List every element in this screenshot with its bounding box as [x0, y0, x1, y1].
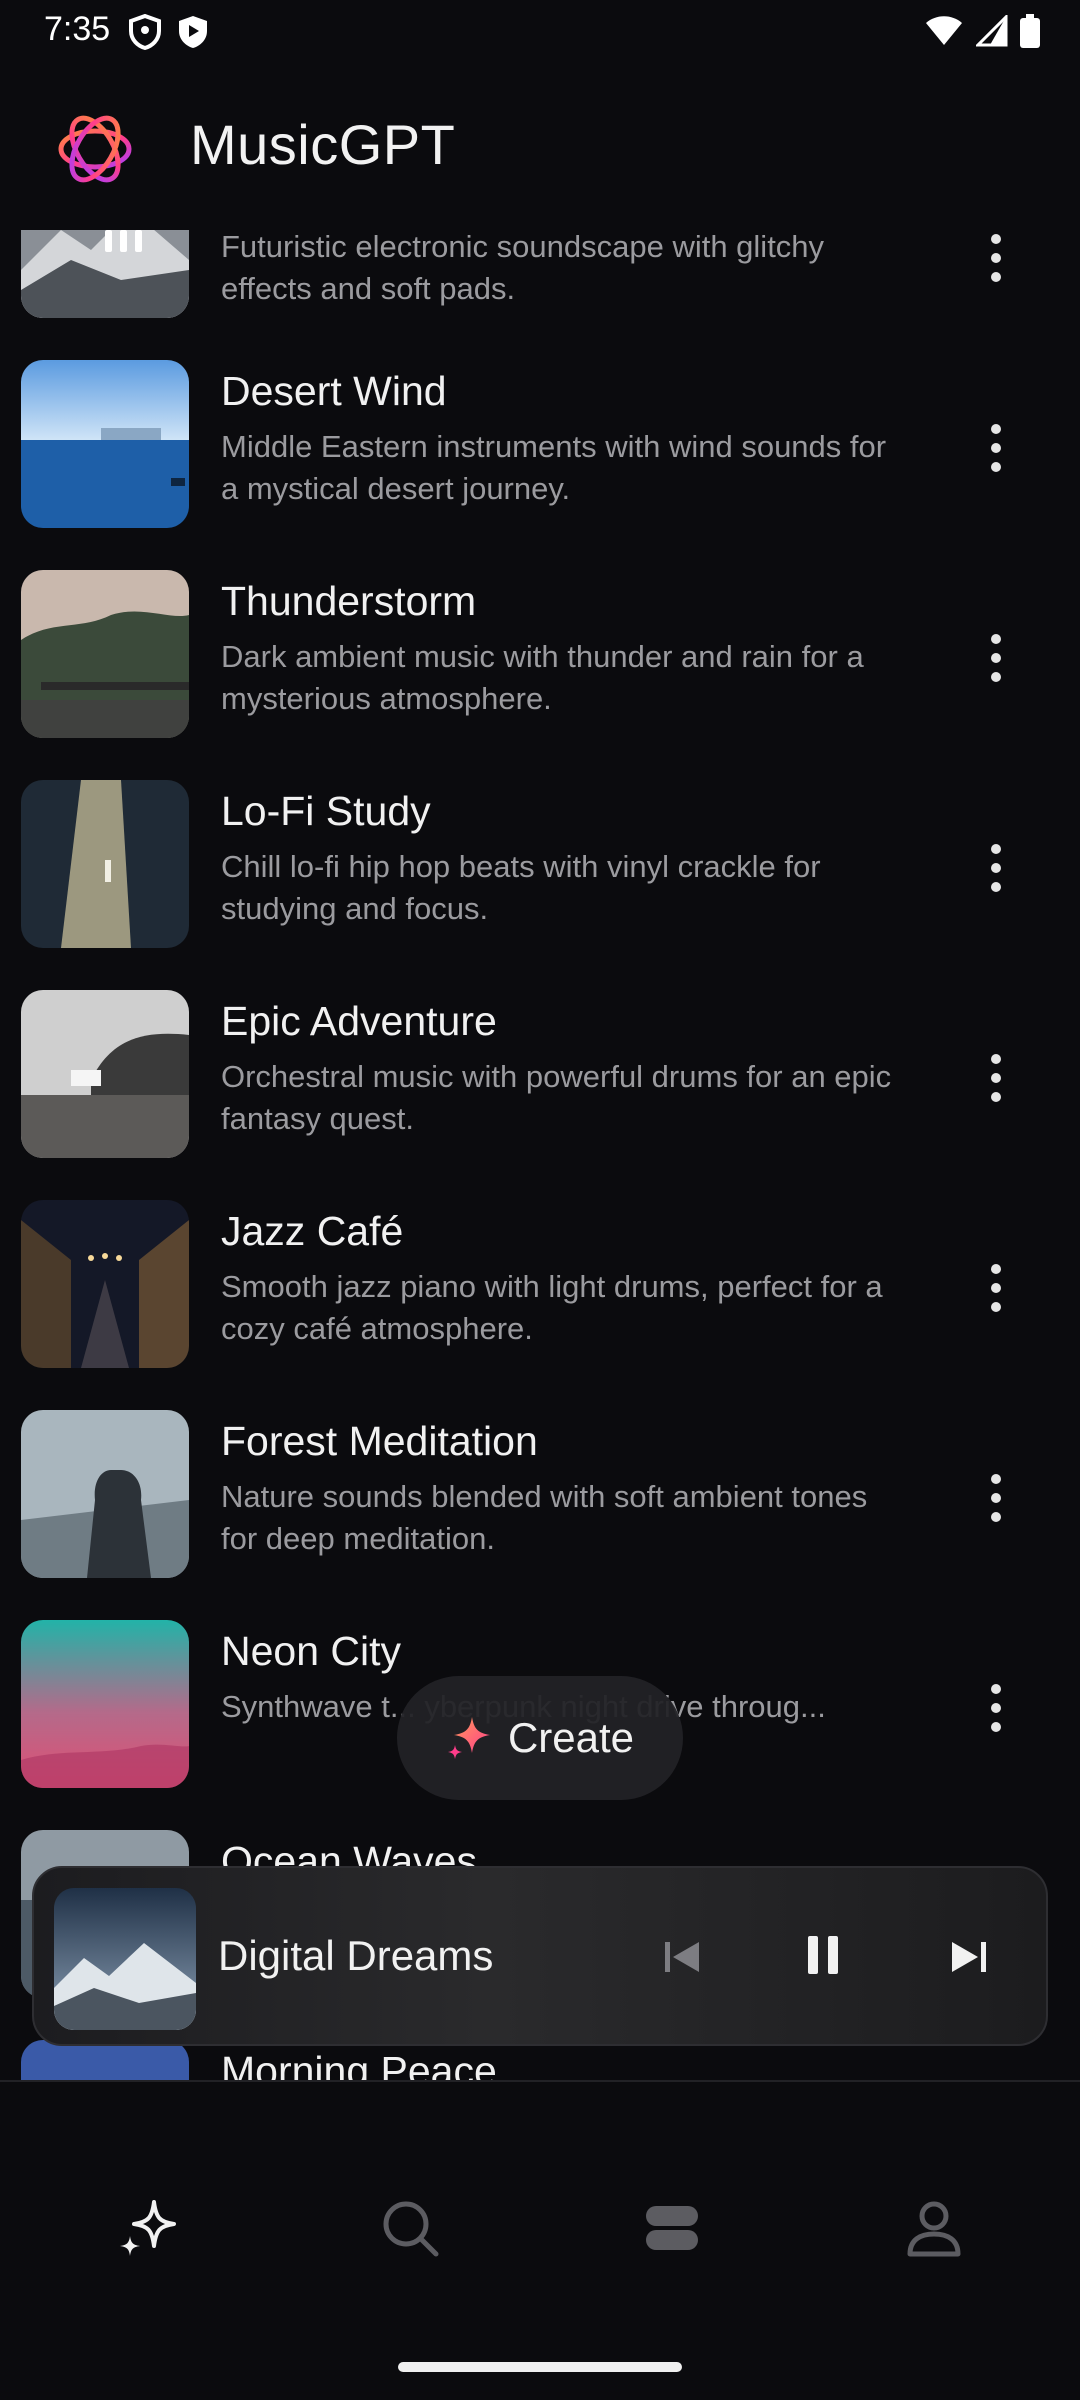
track-list[interactable]: Futuristic electronic soundscape with gl… — [0, 230, 1080, 2080]
more-options-icon[interactable] — [976, 840, 1016, 896]
playing-indicator-icon — [105, 230, 142, 252]
track-row[interactable]: Forest Meditation Nature sounds blended … — [0, 1410, 1080, 1620]
track-title: Morning Peace — [221, 2048, 497, 2080]
battery-icon — [1020, 14, 1040, 48]
track-title: Epic Adventure — [221, 998, 497, 1044]
track-row[interactable]: Futuristic electronic soundscape with gl… — [0, 230, 1080, 360]
track-artwork — [21, 1410, 189, 1578]
now-playing-artwork — [54, 1888, 196, 2030]
status-bar: 7:35 — [0, 0, 1080, 64]
skip-previous-icon[interactable] — [659, 1934, 705, 1980]
more-options-icon[interactable] — [976, 1050, 1016, 1106]
track-artwork — [21, 230, 189, 318]
track-description: Middle Eastern instruments with wind sou… — [221, 429, 887, 506]
more-options-icon[interactable] — [976, 1260, 1016, 1316]
track-row[interactable]: Desert Wind Middle Eastern instruments w… — [0, 360, 1080, 570]
more-options-icon[interactable] — [976, 420, 1016, 476]
track-title: Jazz Café — [221, 1208, 404, 1254]
home-indicator[interactable] — [398, 2362, 682, 2372]
track-artwork — [21, 990, 189, 1158]
status-time: 7:35 — [44, 10, 111, 48]
more-options-icon[interactable] — [976, 230, 1016, 286]
track-row[interactable]: Thunderstorm Dark ambient music with thu… — [0, 570, 1080, 780]
track-title: Thunderstorm — [221, 578, 477, 624]
track-title: Forest Meditation — [221, 1418, 538, 1464]
now-playing-title: Digital Dreams — [218, 1932, 494, 1979]
nav-search[interactable] — [370, 2188, 450, 2268]
nav-library[interactable] — [632, 2188, 712, 2268]
track-artwork — [21, 570, 189, 738]
track-row[interactable]: Lo-Fi Study Chill lo-fi hip hop beats wi… — [0, 780, 1080, 990]
more-options-icon[interactable] — [976, 1680, 1016, 1736]
library-icon — [646, 2206, 698, 2250]
track-artwork — [21, 1200, 189, 1368]
sparkle-icon — [447, 1717, 490, 1759]
pause-icon[interactable] — [800, 1930, 846, 1980]
musicgpt-logo-icon — [58, 115, 132, 183]
track-artwork — [21, 1620, 189, 1788]
mini-player[interactable]: Digital Dreams — [32, 1866, 1048, 2046]
nav-create[interactable] — [108, 2188, 188, 2268]
track-row[interactable]: Epic Adventure Orchestral music with pow… — [0, 990, 1080, 1200]
track-title: Neon City — [221, 1628, 402, 1674]
track-artwork — [21, 780, 189, 948]
track-row[interactable]: Jazz Café Smooth jazz piano with light d… — [0, 1200, 1080, 1410]
track-description: Chill lo-fi hip hop beats with vinyl cra… — [221, 849, 821, 926]
app-title: MusicGPT — [190, 113, 456, 176]
track-description: Nature sounds blended with soft ambient … — [221, 1479, 868, 1556]
skip-next-icon[interactable] — [946, 1934, 992, 1980]
track-description: Futuristic electronic soundscape with gl… — [221, 230, 825, 306]
more-options-icon[interactable] — [976, 630, 1016, 686]
app-header: MusicGPT — [0, 64, 1080, 230]
track-description: Orchestral music with powerful drums for… — [221, 1059, 892, 1136]
create-button-label: Create — [507, 1714, 635, 1761]
track-artwork — [21, 360, 189, 528]
search-icon — [383, 2201, 439, 2257]
bottom-navigation — [0, 2080, 1080, 2400]
nav-profile[interactable] — [894, 2188, 974, 2268]
sparkle-icon — [120, 2200, 176, 2256]
signal-icon — [976, 15, 1008, 47]
more-options-icon[interactable] — [976, 1470, 1016, 1526]
track-title: Lo-Fi Study — [221, 788, 431, 834]
track-row[interactable]: Morning Peace — [0, 2040, 1080, 2080]
create-button[interactable]: Create — [397, 1676, 683, 1800]
track-description: Smooth jazz piano with light drums, perf… — [221, 1269, 883, 1346]
shield-icon — [129, 14, 161, 50]
track-title: Desert Wind — [221, 368, 447, 414]
profile-icon — [907, 2201, 961, 2257]
play-protect-icon — [179, 16, 207, 48]
track-artwork — [21, 2040, 189, 2080]
track-description: Dark ambient music with thunder and rain… — [221, 639, 864, 716]
wifi-icon — [926, 16, 962, 45]
